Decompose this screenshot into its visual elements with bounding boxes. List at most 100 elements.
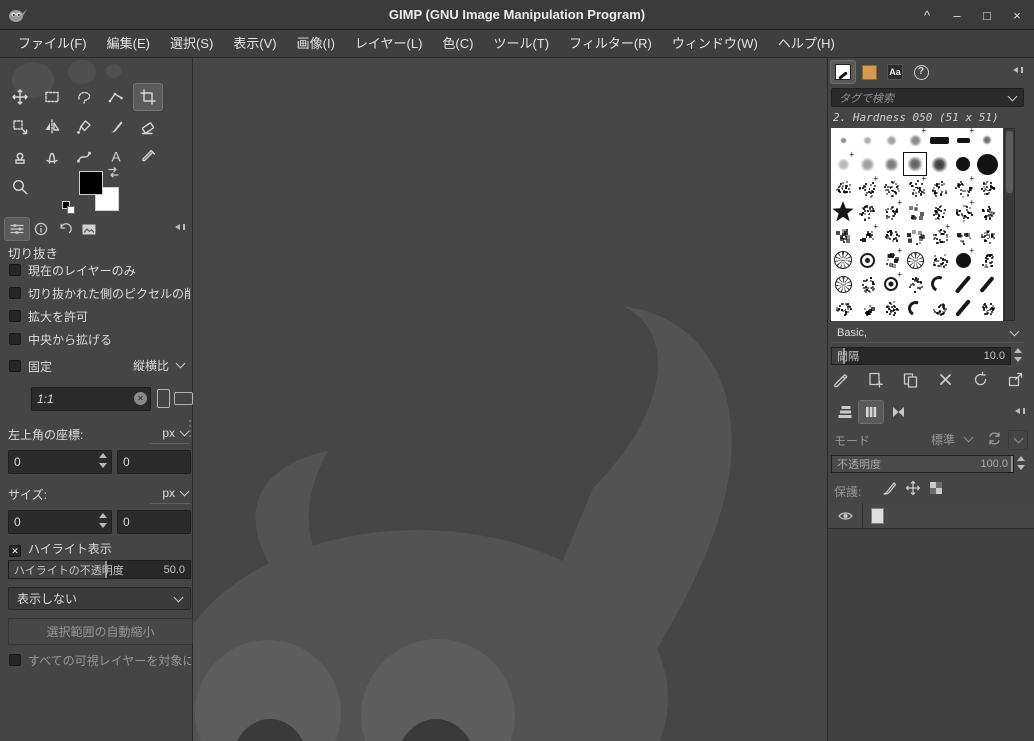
brush-item[interactable] bbox=[975, 152, 999, 176]
brush-item[interactable] bbox=[975, 176, 999, 200]
tab-fonts[interactable]: Aa bbox=[883, 61, 907, 83]
tab-patterns[interactable] bbox=[857, 61, 881, 83]
highlight-opacity-slider[interactable]: ハイライトの不透明度 50.0 bbox=[8, 560, 191, 579]
brush-item[interactable] bbox=[879, 296, 903, 320]
mode-switch-button[interactable] bbox=[986, 430, 1003, 452]
refresh-brushes-button[interactable] bbox=[972, 371, 989, 393]
brush-item[interactable] bbox=[831, 200, 855, 224]
tool-zoom[interactable] bbox=[6, 174, 34, 200]
minimize-button[interactable]: – bbox=[950, 8, 964, 23]
brush-item[interactable] bbox=[927, 200, 951, 224]
lock-position-button[interactable] bbox=[904, 479, 922, 502]
brush-item[interactable] bbox=[975, 128, 999, 152]
brush-item[interactable] bbox=[855, 128, 879, 152]
menu-image[interactable]: 画像(I) bbox=[287, 30, 345, 58]
default-colors-icon[interactable] bbox=[62, 201, 78, 215]
tab-document-history[interactable]: ? bbox=[909, 61, 933, 83]
tool-rectangle-select[interactable] bbox=[38, 84, 66, 110]
brush-item[interactable] bbox=[879, 176, 903, 200]
shade-button[interactable]: ^ bbox=[920, 8, 934, 23]
brush-item[interactable] bbox=[831, 176, 855, 200]
menu-file[interactable]: ファイル(F) bbox=[8, 30, 97, 58]
spacing-spin-down[interactable] bbox=[1014, 357, 1022, 362]
size-width-spin-up[interactable] bbox=[99, 513, 107, 518]
brush-item[interactable] bbox=[927, 296, 951, 320]
position-x-spin-up[interactable] bbox=[99, 453, 107, 458]
brush-item[interactable] bbox=[855, 248, 879, 272]
brush-item[interactable] bbox=[903, 248, 927, 272]
brush-item[interactable]: + bbox=[903, 174, 927, 200]
spacing-spin-up[interactable] bbox=[1014, 348, 1022, 353]
position-x-input[interactable] bbox=[8, 450, 112, 474]
brush-item[interactable] bbox=[975, 272, 999, 296]
image-canvas[interactable] bbox=[168, 58, 830, 741]
opacity-spin-up[interactable] bbox=[1017, 456, 1025, 461]
brush-item[interactable] bbox=[903, 152, 927, 176]
open-brush-as-image-button[interactable] bbox=[1007, 371, 1024, 393]
tool-color-picker[interactable] bbox=[134, 144, 162, 170]
tool-free-select[interactable] bbox=[70, 84, 98, 110]
checkbox-highlight[interactable]: ✕ bbox=[9, 541, 21, 559]
brush-item[interactable]: + bbox=[855, 222, 879, 248]
brush-item[interactable] bbox=[855, 152, 879, 176]
foreground-color-swatch[interactable] bbox=[79, 171, 103, 195]
titlebar[interactable]: GIMP (GNU Image Manipulation Program) ^ … bbox=[0, 0, 1034, 30]
landscape-orientation-icon[interactable] bbox=[174, 392, 193, 405]
brush-item[interactable] bbox=[975, 224, 999, 248]
mode-menu-button[interactable] bbox=[1008, 430, 1028, 450]
tab-device-status[interactable] bbox=[29, 218, 53, 240]
tab-images[interactable] bbox=[77, 218, 101, 240]
delete-brush-button[interactable] bbox=[937, 371, 954, 393]
brush-item[interactable] bbox=[951, 272, 975, 296]
portrait-orientation-icon[interactable] bbox=[157, 389, 170, 408]
brush-item[interactable] bbox=[831, 296, 855, 320]
aspect-ratio-input[interactable] bbox=[31, 387, 151, 411]
fixed-type-dropdown[interactable]: 縦横比 bbox=[90, 355, 190, 375]
layer-thumbnail[interactable] bbox=[870, 507, 885, 525]
tool-flip[interactable] bbox=[38, 114, 66, 140]
size-width-input[interactable] bbox=[8, 510, 112, 534]
brush-item[interactable] bbox=[927, 176, 951, 200]
brush-item[interactable] bbox=[903, 296, 927, 320]
menu-view[interactable]: 表示(V) bbox=[223, 30, 286, 58]
spacing-slider[interactable]: 間隔 10.0 bbox=[831, 347, 1011, 365]
brush-item[interactable] bbox=[831, 128, 855, 152]
brush-item[interactable] bbox=[879, 152, 903, 176]
brush-item[interactable]: + bbox=[951, 128, 975, 152]
brushes-dock-menu-button[interactable] bbox=[1011, 64, 1026, 76]
dock-menu-button[interactable] bbox=[173, 221, 188, 233]
brush-item[interactable] bbox=[927, 248, 951, 272]
position-x-spin-down[interactable] bbox=[99, 463, 107, 468]
brush-item[interactable] bbox=[879, 128, 903, 152]
tab-brushes[interactable] bbox=[831, 61, 855, 83]
menu-edit[interactable]: 編集(E) bbox=[97, 30, 160, 58]
brush-item[interactable] bbox=[975, 200, 999, 224]
menu-layer[interactable]: レイヤー(L) bbox=[345, 30, 433, 58]
brush-item[interactable] bbox=[879, 224, 903, 248]
tool-clone[interactable] bbox=[6, 144, 34, 170]
brush-item[interactable] bbox=[951, 152, 975, 176]
lock-alpha-button[interactable] bbox=[928, 480, 944, 501]
size-height-input[interactable] bbox=[117, 510, 191, 534]
tool-smudge[interactable] bbox=[38, 144, 66, 170]
brush-item[interactable]: + bbox=[927, 222, 951, 248]
checkbox-expand-center[interactable] bbox=[9, 332, 21, 350]
tab-undo-history[interactable] bbox=[53, 218, 77, 240]
layer-row[interactable] bbox=[828, 503, 1034, 529]
tag-filter-dropdown[interactable]: Basic, bbox=[831, 324, 1024, 343]
checkbox-delete-pixels[interactable] bbox=[9, 286, 21, 304]
slider-handle[interactable] bbox=[1011, 456, 1013, 472]
brush-item[interactable]: + bbox=[903, 128, 927, 152]
duplicate-brush-button[interactable] bbox=[902, 371, 919, 393]
brush-item[interactable] bbox=[855, 272, 879, 296]
layers-dock-menu-button[interactable] bbox=[1013, 405, 1028, 417]
tab-paths[interactable] bbox=[886, 401, 910, 423]
size-unit-dropdown[interactable]: px bbox=[150, 482, 190, 504]
brush-item[interactable] bbox=[855, 296, 879, 320]
brush-item[interactable]: + bbox=[951, 174, 975, 200]
brush-item[interactable]: + bbox=[951, 246, 975, 272]
brush-item[interactable] bbox=[975, 248, 999, 272]
brush-item[interactable]: + bbox=[879, 246, 903, 272]
brush-item[interactable] bbox=[927, 152, 951, 176]
brush-item[interactable]: + bbox=[879, 270, 903, 296]
